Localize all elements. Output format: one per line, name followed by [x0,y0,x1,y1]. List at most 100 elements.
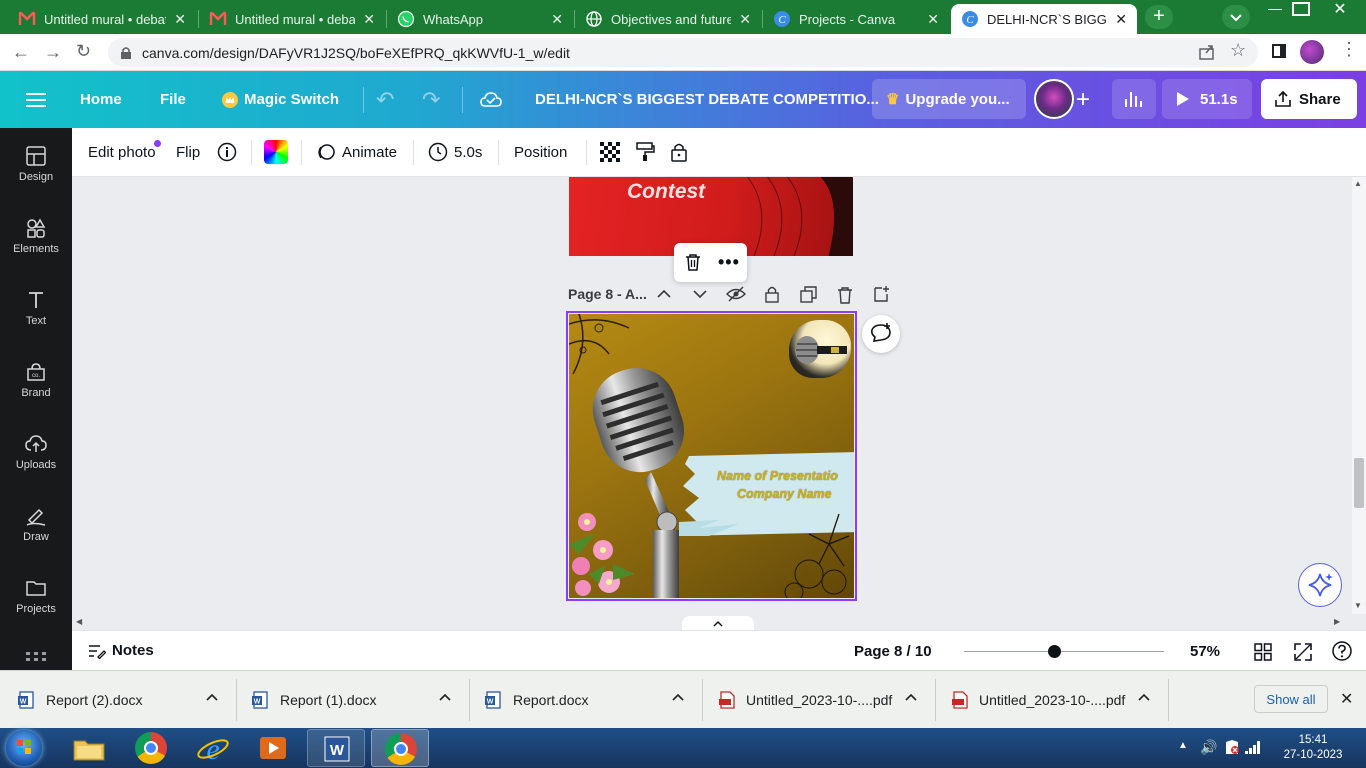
redo-icon[interactable]: ↷ [422,71,440,128]
close-icon[interactable]: ✕ [363,11,375,28]
horizontal-scrollbar[interactable]: ◀ ▶ [72,614,1366,632]
vertical-scrollbar[interactable]: ▲ ▼ [1352,177,1366,614]
tab-search-button[interactable] [1222,5,1250,29]
apps-grid-icon[interactable] [26,652,46,662]
page-title[interactable]: Page 8 - A... [568,286,647,302]
close-icon[interactable]: ✕ [927,11,939,28]
duplicate-page-icon[interactable] [800,286,818,304]
back-icon[interactable]: ← [12,42,30,63]
zoom-slider-thumb[interactable] [1048,645,1061,658]
animate-button[interactable]: Animate [316,128,397,176]
internet-explorer-icon[interactable]: e [196,732,230,764]
undo-icon[interactable]: ↶ [376,71,394,128]
new-tab-button[interactable]: + [1145,5,1173,29]
sidebar-item-design[interactable]: Design [0,128,72,200]
page-indicator[interactable]: Page 8 / 10 [854,643,932,660]
color-picker-button[interactable] [264,128,288,176]
lock-icon[interactable] [670,128,688,176]
avatar[interactable] [1034,79,1074,119]
sidebar-item-projects[interactable]: Projects [0,560,72,632]
side-panel-icon[interactable] [1272,44,1286,58]
flip-button[interactable]: Flip [176,128,200,176]
chevron-up-icon[interactable] [904,691,918,703]
add-collaborator-icon[interactable]: + [1076,71,1090,128]
file-menu-button[interactable]: File [160,71,186,128]
download-item[interactable]: Untitled_2023-10-....pdf [718,671,928,729]
design-canvas[interactable]: Contest ••• Page 8 - A... Name of Presen… [72,177,1352,614]
browser-tab-active[interactable]: C DELHI-NCR`S BIGGEST ✕ [951,4,1137,34]
edit-photo-button[interactable]: Edit photo [88,128,156,176]
presentation-name-text[interactable]: Name of Presentatio [717,469,854,483]
chevron-up-icon[interactable] [1137,691,1151,703]
close-icon[interactable]: ✕ [739,11,751,28]
chevron-up-icon[interactable] [671,691,685,703]
browser-tab[interactable]: C Projects - Canva ✕ [763,4,949,34]
current-page[interactable]: Name of Presentatio Company Name [569,314,854,598]
sidebar-item-text[interactable]: Text [0,272,72,344]
notes-button[interactable]: Notes [88,642,154,659]
info-icon[interactable] [217,128,237,176]
magic-assistant-button[interactable] [1298,563,1342,607]
zoom-level[interactable]: 57% [1190,643,1220,660]
chevron-down-icon[interactable] [692,287,708,301]
transparency-icon[interactable] [600,128,620,176]
system-clock[interactable]: 15:41 27-10-2023 [1278,733,1348,763]
volume-icon[interactable]: 🔊 [1200,739,1217,756]
forward-icon[interactable]: → [44,42,62,63]
close-icon[interactable]: ✕ [1115,11,1127,28]
delete-page-icon[interactable] [836,286,854,304]
reload-icon[interactable]: ↻ [76,41,91,62]
bookmark-star-icon[interactable]: ☆ [1230,40,1246,61]
chrome-taskbar-icon[interactable] [135,732,167,764]
action-center-icon[interactable] [1224,739,1240,755]
share-button[interactable]: Share [1261,79,1357,119]
hide-page-icon[interactable] [726,286,746,302]
download-item[interactable]: W Report (1).docx [252,671,462,729]
scroll-up-icon[interactable]: ▲ [1354,179,1362,188]
show-all-button[interactable]: Show all [1254,685,1328,713]
fullscreen-icon[interactable] [1294,643,1312,661]
sidebar-item-draw[interactable]: Draw [0,488,72,560]
cloud-saved-icon[interactable] [480,71,502,128]
browser-tab[interactable]: Untitled mural • debate ✕ [199,4,385,34]
restore-button[interactable] [1292,2,1310,16]
close-icon[interactable]: ✕ [551,11,563,28]
insights-button[interactable] [1112,79,1156,119]
magic-switch-button[interactable]: Magic Switch [222,71,339,128]
chevron-up-icon[interactable] [205,691,219,703]
tray-expand-icon[interactable]: ▲ [1178,740,1188,751]
media-player-icon[interactable] [257,733,289,763]
scrollbar-thumb[interactable] [1354,458,1364,508]
close-icon[interactable]: ✕ [174,11,186,28]
paint-format-icon[interactable] [635,128,655,176]
close-downloads-icon[interactable]: ✕ [1340,689,1353,709]
download-item[interactable]: W Report (2).docx [18,671,228,729]
minimize-button[interactable]: — [1262,0,1288,20]
browser-tab[interactable]: WhatsApp ✕ [387,4,573,34]
more-menu-icon[interactable]: ⋮ [1340,39,1358,60]
scroll-left-icon[interactable]: ◀ [76,617,82,626]
lock-page-icon[interactable] [764,285,780,303]
more-options-icon[interactable]: ••• [718,252,740,273]
share-page-icon[interactable] [1198,43,1216,61]
grid-view-icon[interactable] [1254,643,1272,661]
chrome-taskbar-button[interactable] [371,729,429,767]
network-icon[interactable] [1244,739,1262,755]
help-icon[interactable] [1332,641,1352,661]
window-close-button[interactable]: ✕ [1328,0,1352,19]
scroll-right-icon[interactable]: ▶ [1334,617,1340,626]
download-item[interactable]: Untitled_2023-10-....pdf [951,671,1161,729]
home-button[interactable]: Home [80,71,122,128]
word-taskbar-button[interactable]: W [307,729,365,767]
file-explorer-icon[interactable] [72,733,106,763]
add-comment-button[interactable] [862,315,900,353]
zoom-slider-track[interactable] [964,651,1164,652]
position-button[interactable]: Position [514,128,567,176]
duration-button[interactable]: 5.0s [428,128,482,176]
chevron-up-icon[interactable] [656,287,672,301]
trash-icon[interactable] [684,253,702,271]
company-name-text[interactable]: Company Name [737,487,831,501]
scroll-down-icon[interactable]: ▼ [1354,601,1362,610]
sidebar-item-elements[interactable]: Elements [0,200,72,272]
add-page-icon[interactable] [872,285,890,303]
